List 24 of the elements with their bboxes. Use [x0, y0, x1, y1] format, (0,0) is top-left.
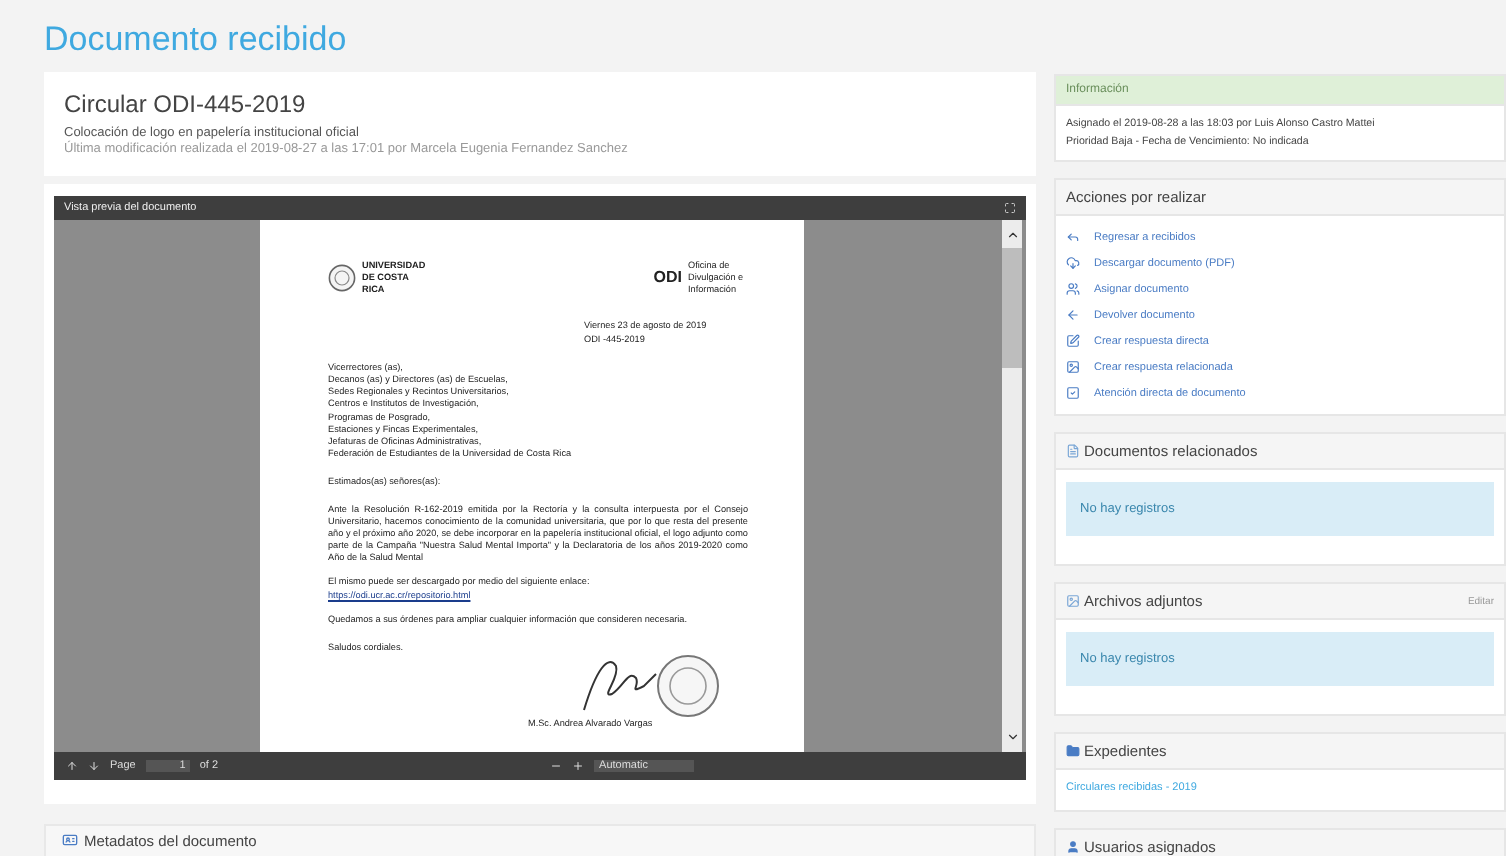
users-icon: [1066, 282, 1080, 296]
user-icon: [1066, 840, 1080, 854]
folder-icon: [1066, 744, 1080, 758]
checkbox-icon: [1066, 386, 1080, 400]
pen-square-icon: [1066, 334, 1080, 348]
arrow-left-icon: [1066, 308, 1080, 322]
scroll-up-icon[interactable]: [1005, 227, 1019, 242]
reply-icon: [1066, 230, 1080, 244]
id-card-icon: [62, 832, 78, 849]
next-page-icon[interactable]: [88, 759, 100, 772]
image-file-icon: [1066, 594, 1080, 608]
document-title: Circular ODI-445-2019: [64, 90, 308, 118]
scrollbar[interactable]: [1002, 219, 1022, 752]
previous-page-icon[interactable]: [66, 759, 78, 772]
seal-icon: [328, 264, 356, 293]
zoom-in-icon[interactable]: [571, 759, 584, 772]
odi-logo-mark: ODI: [653, 267, 682, 290]
scroll-thumb[interactable]: [1002, 247, 1022, 368]
zoom-out-icon[interactable]: [549, 759, 562, 772]
image-icon: [1066, 360, 1080, 374]
cloud-download-icon: [1066, 256, 1080, 270]
scroll-down-icon[interactable]: [1005, 729, 1019, 744]
page-title: Documento recibido: [44, 20, 349, 60]
document-icon: [1066, 444, 1080, 458]
